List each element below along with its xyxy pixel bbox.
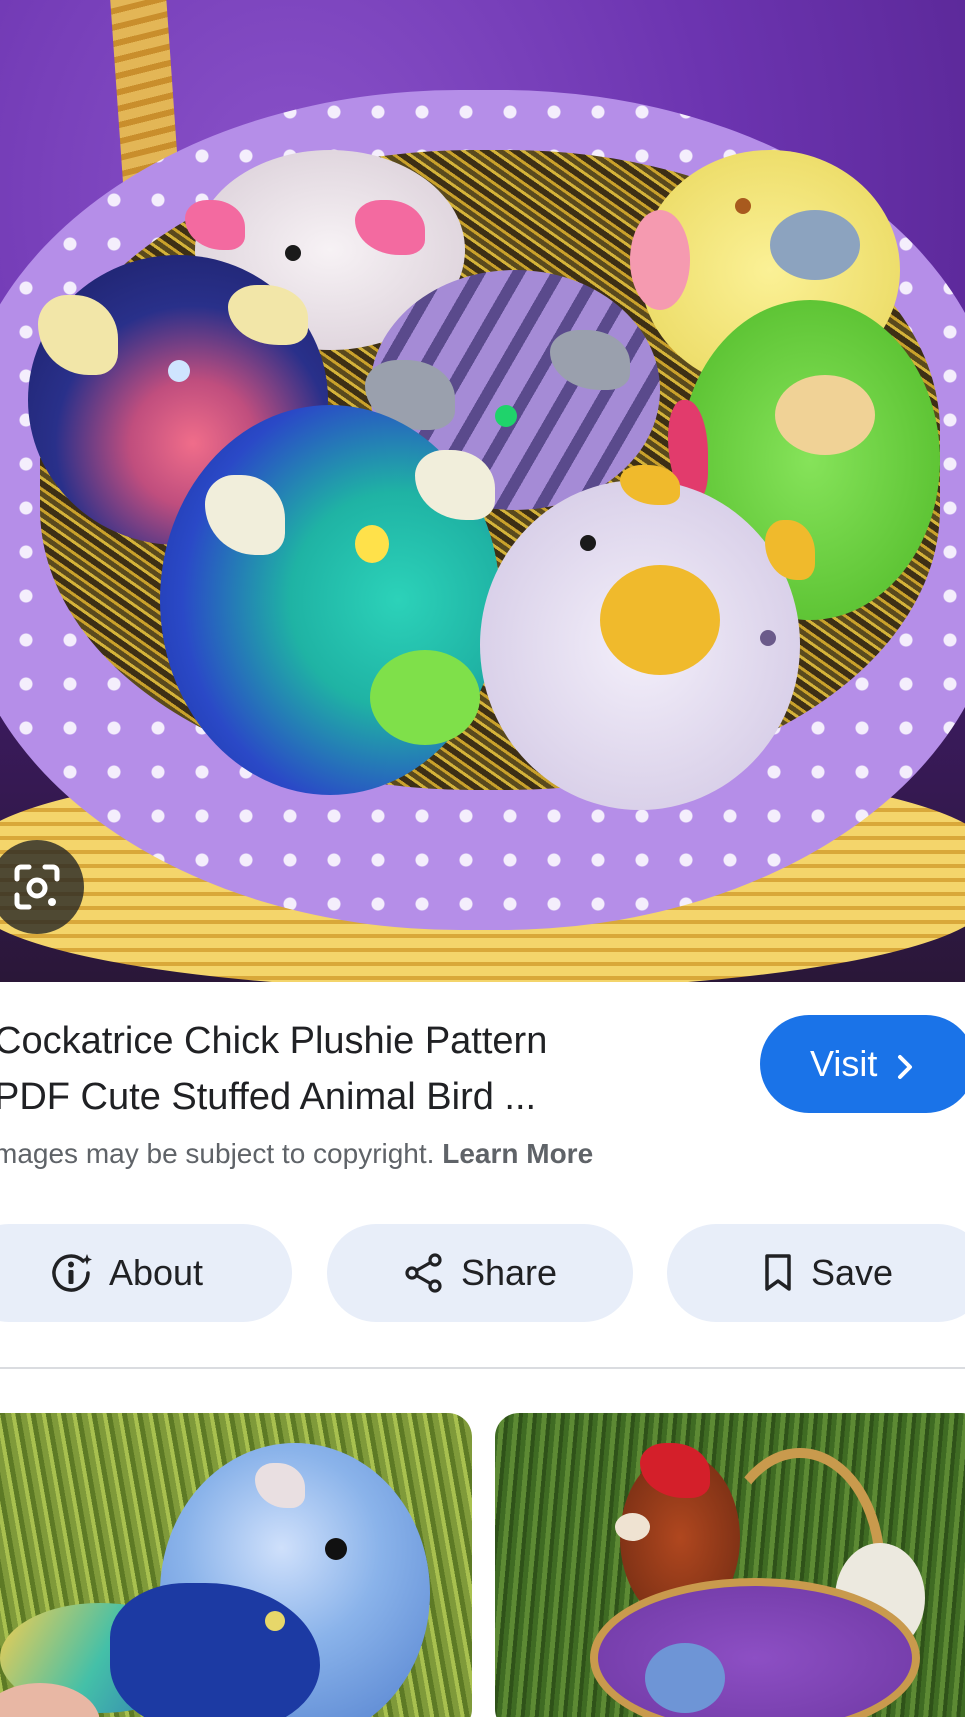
result-title-line-2: PDF Cute Stuffed Animal Bird ... (0, 1076, 537, 1118)
save-button[interactable]: Save (667, 1224, 965, 1322)
share-label: Share (460, 1252, 558, 1293)
result-title[interactable]: Cockatrice Chick Plushie Pattern PDF Cut… (0, 1013, 714, 1125)
info-sparkle-icon (49, 1251, 93, 1295)
mini-blue-plush (645, 1643, 725, 1713)
blue-teal-plush (160, 405, 500, 795)
share-button[interactable]: Share (327, 1224, 633, 1322)
about-label: About (108, 1252, 204, 1293)
main-image[interactable] (0, 0, 965, 982)
about-button[interactable]: About (0, 1224, 292, 1322)
related-image-1[interactable] (0, 1413, 472, 1717)
white-duck-plush (480, 465, 815, 810)
visit-button[interactable]: Visit (760, 1015, 965, 1113)
save-label: Save (810, 1252, 894, 1293)
share-icon (403, 1252, 445, 1294)
result-title-line-1: Cockatrice Chick Plushie Pattern (0, 1020, 548, 1062)
chevron-right-icon (893, 1049, 917, 1079)
copyright-notice: mages may be subject to copyright. Learn… (0, 1138, 593, 1170)
learn-more-link[interactable]: Learn More (442, 1138, 593, 1169)
section-divider (0, 1367, 965, 1369)
visit-label: Visit (810, 1043, 878, 1084)
bookmark-icon (761, 1252, 795, 1294)
related-image-2[interactable] (495, 1413, 965, 1717)
copyright-text: mages may be subject to copyright. (0, 1138, 443, 1169)
google-lens-icon (11, 861, 63, 913)
